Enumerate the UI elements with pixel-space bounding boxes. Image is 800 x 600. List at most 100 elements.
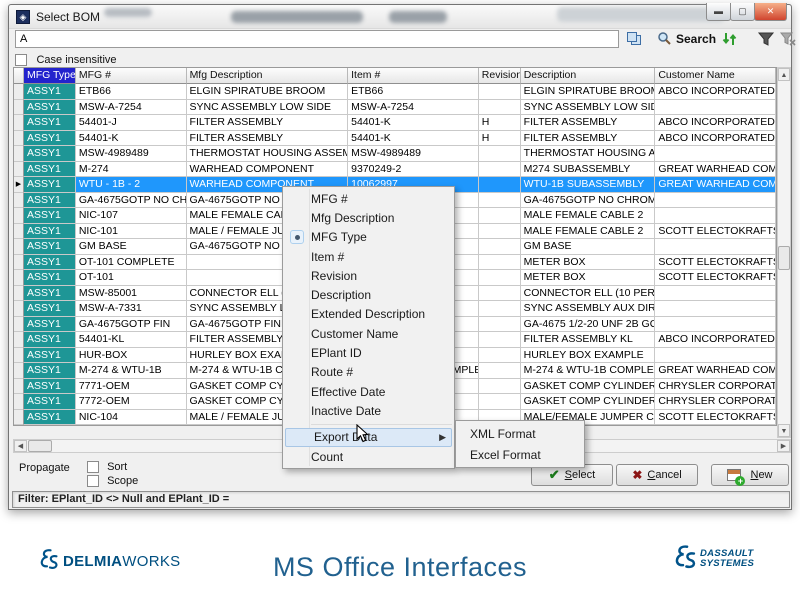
grid-cell[interactable]: ABCO INCORPORATED [655,115,776,131]
grid-cell[interactable] [655,208,776,224]
grid-cell[interactable] [479,255,521,271]
submenu-item[interactable]: Excel Format [456,444,584,465]
row-selector[interactable] [14,332,24,348]
grid-cell[interactable] [655,146,776,162]
grid-cell[interactable] [479,162,521,178]
menu-item[interactable]: Count [283,447,454,466]
grid-cell[interactable]: ASSY1 [24,177,76,193]
grid-cell[interactable] [655,301,776,317]
case-insensitive-checkbox[interactable] [15,54,27,66]
grid-cell[interactable]: SYNC ASSEMBLY AUX DIRECT [521,301,656,317]
grid-cell[interactable]: ASSY1 [24,239,76,255]
grid-cell[interactable]: 54401-K [348,115,479,131]
grid-cell[interactable]: M-274 [76,162,187,178]
menu-item[interactable]: Inactive Date [283,401,454,420]
maximize-button[interactable]: ▢ [730,3,755,21]
menu-item[interactable]: Mfg Description [283,208,454,227]
grid-cell[interactable] [479,317,521,333]
filter-icon[interactable] [757,30,775,48]
grid-cell[interactable] [655,348,776,364]
grid-cell[interactable]: H [479,115,521,131]
grid-cell[interactable] [479,286,521,302]
grid-cell[interactable]: SYNC ASSEMBLY LOW SIDE [187,100,349,116]
grid-cell[interactable]: ASSY1 [24,332,76,348]
grid-cell[interactable] [479,208,521,224]
menu-item[interactable]: Item # [283,247,454,266]
grid-cell[interactable]: MSW-4989489 [348,146,479,162]
grid-cell[interactable]: FILTER ASSEMBLY KL [521,332,656,348]
vertical-scrollbar[interactable]: ▲ ▼ [777,67,791,438]
row-selector[interactable] [14,84,24,100]
grid-cell[interactable]: GA-4675GOTP FIN [76,317,187,333]
grid-cell[interactable]: MSW-A-7254 [76,100,187,116]
grid-cell[interactable]: OT-101 COMPLETE [76,255,187,271]
grid-cell[interactable]: ASSY1 [24,131,76,147]
grid-cell[interactable]: GA-4675GOTP NO CHROME [521,193,656,209]
row-selector[interactable] [14,239,24,255]
grid-cell[interactable]: GM BASE [521,239,656,255]
grid-cell[interactable]: ASSY1 [24,84,76,100]
row-selector[interactable] [14,301,24,317]
grid-cell[interactable]: ASSY1 [24,162,76,178]
grid-cell[interactable]: GASKET COMP CYLINDER HE [521,379,656,395]
hscroll-thumb[interactable] [28,440,52,452]
grid-cell[interactable]: SCOTT ELECTOKRAFTS INC [655,270,776,286]
column-header[interactable]: Mfg Description [187,68,349,84]
grid-cell[interactable]: ABCO INCORPORATED [655,84,776,100]
scroll-up-icon[interactable]: ▲ [778,68,790,81]
grid-cell[interactable]: GA-4675 1/2-20 UNF 2B GOTP [521,317,656,333]
row-selector[interactable] [14,286,24,302]
grid-cell[interactable] [655,286,776,302]
grid-cell[interactable]: FILTER ASSEMBLY [521,115,656,131]
current-row-marker[interactable]: ▶ [14,177,24,193]
grid-cell[interactable]: ASSY1 [24,394,76,410]
grid-cell[interactable]: H [479,131,521,147]
row-selector[interactable] [14,208,24,224]
grid-cell[interactable]: ABCO INCORPORATED [655,332,776,348]
row-selector[interactable] [14,224,24,240]
sort-icon[interactable] [721,30,739,48]
grid-cell[interactable]: ABCO INCORPORATED [655,131,776,147]
menu-item[interactable]: MFG # [283,189,454,208]
column-header[interactable]: Customer Name [655,68,776,84]
scroll-right-icon[interactable]: ▶ [777,440,790,452]
grid-cell[interactable]: ASSY1 [24,379,76,395]
grid-cell[interactable]: GA-4675GOTP NO CHR [76,193,187,209]
grid-cell[interactable]: WARHEAD COMPONENT [187,162,349,178]
grid-cell[interactable]: ASSY1 [24,363,76,379]
grid-cell[interactable] [479,379,521,395]
grid-cell[interactable] [655,317,776,333]
new-button[interactable]: New [711,464,789,486]
grid-cell[interactable] [479,394,521,410]
grid-cell[interactable]: 54401-K [348,131,479,147]
grid-cell[interactable]: 7771-OEM [76,379,187,395]
grid-cell[interactable] [479,177,521,193]
column-header[interactable]: Revision [479,68,521,84]
grid-cell[interactable]: 54401-K [76,131,187,147]
grid-cell[interactable]: ASSY1 [24,301,76,317]
grid-cell[interactable]: M-274 & WTU-1B COMPLETE A [521,363,656,379]
grid-cell[interactable]: ASSY1 [24,146,76,162]
cancel-button[interactable]: ✖ Cancel [616,464,698,486]
grid-cell[interactable]: ETB66 [76,84,187,100]
grid-cell[interactable]: MSW-A-7254 [348,100,479,116]
grid-cell[interactable] [479,348,521,364]
table-row[interactable]: ASSY154401-JFILTER ASSEMBLY54401-KHFILTE… [14,115,776,131]
grid-cell[interactable] [479,193,521,209]
grid-cell[interactable]: FILTER ASSEMBLY [187,131,349,147]
grid-cell[interactable]: NIC-101 [76,224,187,240]
sort-checkbox[interactable] [87,461,99,473]
close-button[interactable]: ✕ [754,3,787,21]
grid-cell[interactable] [479,239,521,255]
row-selector[interactable] [14,363,24,379]
grid-cell[interactable]: 9370249-2 [348,162,479,178]
grid-cell[interactable]: NIC-104 [76,410,187,426]
grid-cell[interactable]: METER BOX [521,270,656,286]
grid-cell[interactable]: 54401-J [76,115,187,131]
menu-item[interactable]: Route # [283,363,454,382]
grid-cell[interactable]: THERMOSTAT HOUSING ASSEMBLY [187,146,349,162]
grid-cell[interactable]: GASKET COMP CYLINDER HE [521,394,656,410]
row-selector[interactable] [14,162,24,178]
menu-item[interactable]: Revision [283,266,454,285]
title-bar[interactable]: ◈ Select BOM ▬ ▢ ✕ [9,5,791,29]
